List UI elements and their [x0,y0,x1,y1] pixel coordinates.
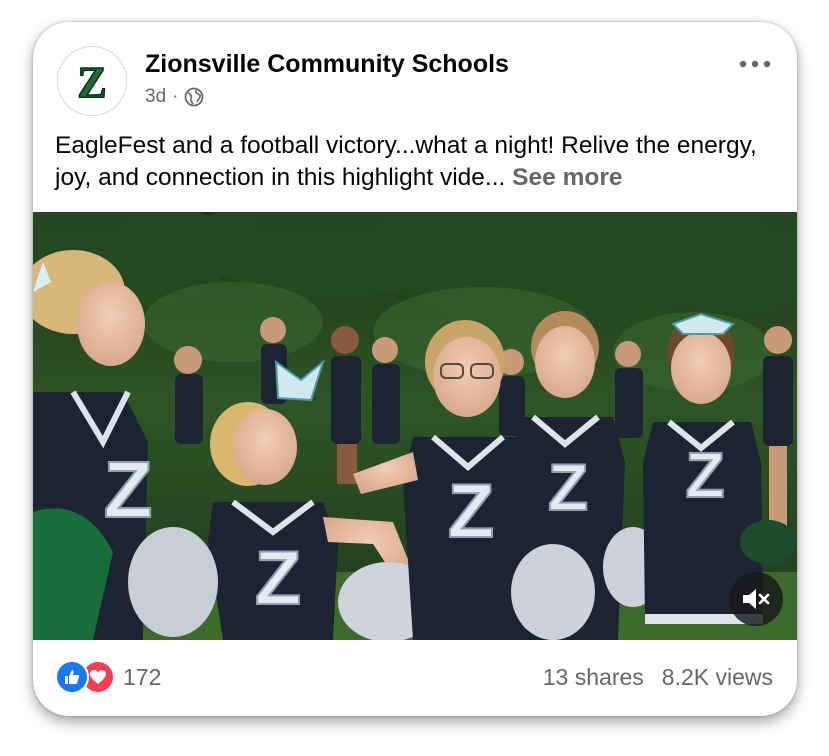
post-card: Z Zionsville Community Schools 3d · Eagl… [33,22,797,716]
muted-speaker-icon [743,589,770,609]
mute-button[interactable] [729,572,783,626]
caption-text: EagleFest and a football victory...what … [55,132,757,191]
like-icon [55,660,89,694]
reaction-count: 172 [123,663,162,690]
page-avatar[interactable]: Z [57,46,127,116]
video-player[interactable]: Z Z Z Z Z [33,212,797,640]
svg-text:Z: Z [448,469,494,554]
post-caption: EagleFest and a football victory...what … [55,130,775,194]
see-more-link[interactable]: See more [512,164,622,191]
svg-text:Z: Z [685,439,724,511]
post-time[interactable]: 3d [145,86,166,108]
video-frame: Z Z Z Z Z [33,212,797,640]
more-options-icon [739,60,771,68]
zionsville-logo-icon: Z [70,59,114,103]
svg-text:Z: Z [548,450,588,524]
reactions-summary[interactable]: 172 [55,660,161,694]
post-footer: 172 13 shares 8.2K views [33,640,797,716]
views-count: 8.2K views [661,664,773,690]
svg-text:Z: Z [255,536,301,621]
post-stats: 13 shares 8.2K views [543,664,773,691]
svg-text:Z: Z [77,59,106,103]
shares-count[interactable]: 13 shares [543,664,644,691]
page-name[interactable]: Zionsville Community Schools [145,50,509,79]
globe-icon [185,87,204,107]
post-meta: 3d · [145,86,204,108]
meta-separator: · [172,86,179,107]
more-options-button[interactable] [739,52,771,68]
svg-text:Z: Z [104,445,153,534]
